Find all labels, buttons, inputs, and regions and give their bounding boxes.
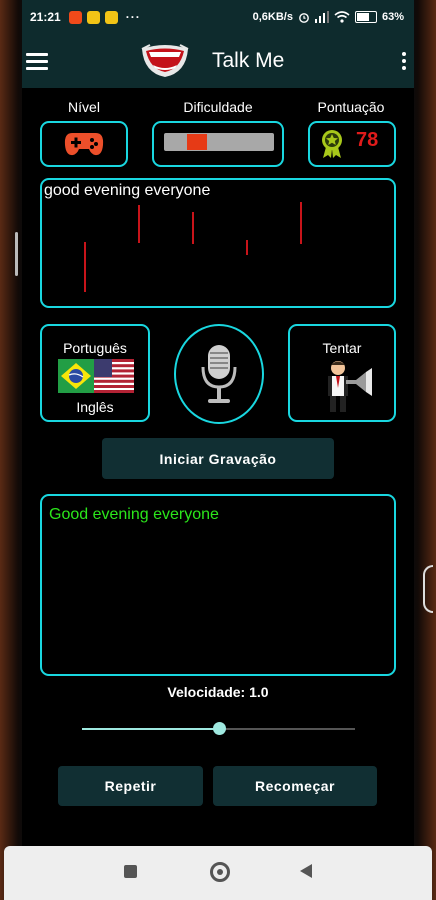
notification-app-icon (68, 10, 82, 24)
battery-percent: 63% (381, 11, 404, 23)
microphone-button[interactable] (174, 324, 264, 424)
network-speed: 0,6KB/s (252, 11, 293, 23)
side-handle-left (15, 232, 18, 276)
speed-slider[interactable] (82, 722, 355, 735)
speed-label: Velocidade: 1.0 (167, 684, 269, 700)
recent-apps-icon[interactable] (124, 865, 137, 878)
difficulty-meter (164, 133, 274, 151)
signal-icon (314, 11, 329, 23)
app-bar: Talk Me (22, 34, 414, 88)
brazil-flag-icon (58, 359, 94, 393)
waveform-bar (138, 205, 140, 243)
waveform-bar (300, 202, 302, 244)
back-icon[interactable] (300, 864, 312, 878)
start-recording-button[interactable]: Iniciar Gravação (102, 438, 334, 479)
try-button[interactable]: Tentar (288, 324, 396, 422)
score-label: Pontuação (317, 99, 385, 115)
waveform-bar (192, 212, 194, 244)
system-nav-bar (4, 846, 432, 900)
level-label: Nível (68, 99, 100, 115)
score-box: 78 (308, 121, 396, 167)
overflow-menu-icon[interactable] (398, 48, 410, 74)
speed-slider-fill (82, 728, 219, 730)
home-icon[interactable] (210, 862, 230, 882)
difficulty-meter-fill (187, 134, 207, 150)
restart-button[interactable]: Recomeçar (213, 766, 377, 806)
target-phrase: good evening everyone (44, 182, 211, 199)
score-value: 78 (356, 129, 379, 151)
status-right: 0,6KB/s 63% (253, 11, 404, 23)
difficulty-box[interactable] (152, 121, 284, 167)
source-language: Português (63, 340, 127, 356)
waveform-bar (84, 242, 86, 292)
more-notifications-icon: ··· (125, 10, 141, 24)
status-bar: 21:21 ··· 0,6KB/s 63% (22, 0, 414, 34)
speed-slider-thumb[interactable] (212, 722, 226, 735)
speaker-megaphone-icon (328, 361, 372, 412)
try-label: Tentar (322, 340, 362, 356)
app-title: Talk Me (212, 49, 285, 72)
app-logo (141, 44, 189, 77)
difficulty-label: Dificuldade (183, 99, 253, 115)
notification-app-icon (104, 10, 118, 24)
repeat-button[interactable]: Repetir (58, 766, 203, 806)
usa-flag-icon (94, 359, 134, 393)
side-handle-right (423, 565, 433, 613)
wifi-icon (334, 11, 350, 23)
status-time: 21:21 (30, 10, 61, 24)
menu-icon[interactable] (26, 52, 48, 70)
level-box[interactable] (40, 121, 128, 167)
recognized-text-box: Good evening everyone (40, 494, 396, 676)
target-phrase-box: good evening everyone (40, 178, 396, 308)
notification-app-icon (86, 10, 100, 24)
waveform-bar (246, 240, 248, 255)
gamepad-icon (64, 133, 104, 156)
alarm-icon (299, 13, 309, 23)
target-language: Inglês (76, 399, 114, 415)
language-selector[interactable]: Português Inglês (40, 324, 150, 422)
microphone-icon (201, 345, 237, 403)
battery-icon (354, 11, 377, 23)
recognized-text: Good evening everyone (49, 506, 219, 523)
award-medal-icon (322, 130, 342, 158)
